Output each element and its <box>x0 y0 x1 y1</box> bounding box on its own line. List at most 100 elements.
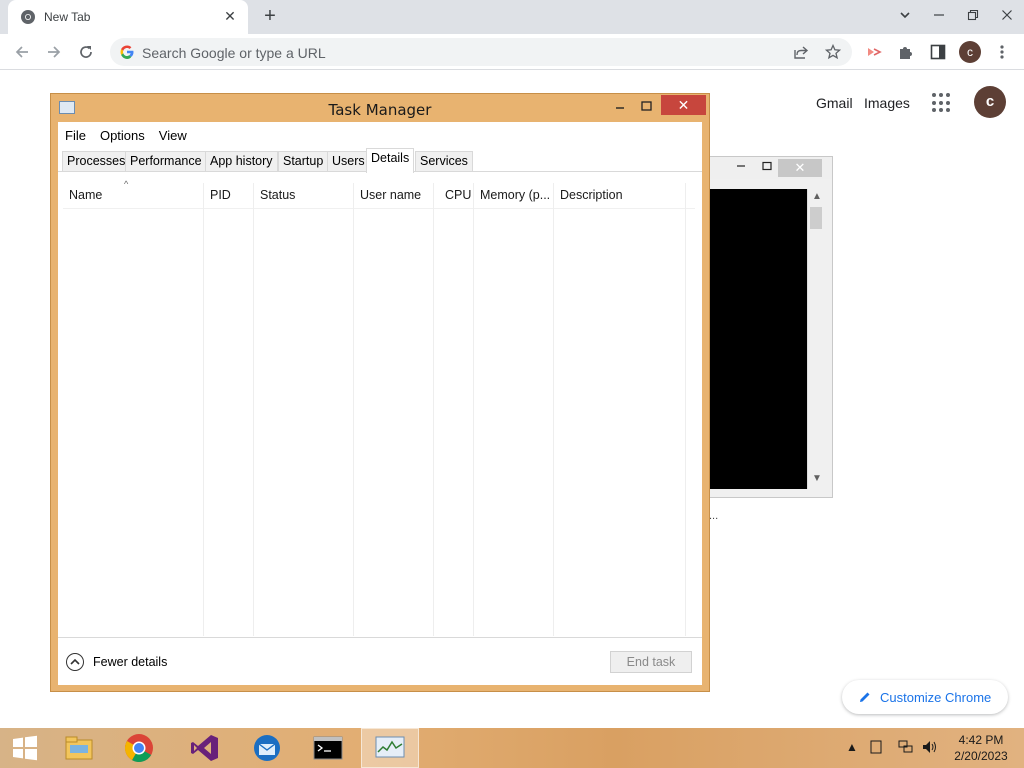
column-divider <box>553 183 554 636</box>
chevron-up-icon <box>66 653 84 671</box>
chrome-taskbar-button[interactable] <box>110 728 168 768</box>
extension-icon[interactable] <box>864 42 884 62</box>
fewer-details-label: Fewer details <box>93 655 168 669</box>
windows-logo-icon <box>13 735 37 761</box>
scroll-up-icon[interactable]: ▲ <box>808 191 826 207</box>
console-window[interactable]: ✕ ▲ ▼ <box>709 156 833 498</box>
maximize-icon[interactable] <box>633 98 659 116</box>
profile-avatar[interactable]: c <box>959 41 981 63</box>
task-manager-taskbar-button[interactable] <box>361 728 419 768</box>
column-divider <box>203 183 204 636</box>
new-tab-button[interactable]: + <box>258 5 282 29</box>
action-center-icon[interactable] <box>870 740 882 757</box>
menu-view[interactable]: View <box>152 124 194 146</box>
gmail-link[interactable]: Gmail <box>816 95 853 111</box>
close-icon[interactable]: ✕ <box>661 95 706 115</box>
end-task-button[interactable]: End task <box>610 651 692 673</box>
tab-users[interactable]: Users <box>327 151 370 172</box>
thunderbird-icon <box>254 735 280 761</box>
tab-new-tab[interactable]: New Tab ✕ <box>8 0 248 34</box>
fewer-details-button[interactable]: Fewer details <box>66 653 167 671</box>
task-manager-titlebar[interactable]: Task Manager ✕ <box>51 94 709 122</box>
pencil-icon <box>860 692 870 702</box>
taskbar: ▲ 4:42 PM 2/20/2023 <box>0 728 1024 768</box>
side-panel-icon[interactable] <box>928 42 948 62</box>
tab-close-icon[interactable]: ✕ <box>220 6 240 26</box>
more-menu-icon[interactable] <box>992 42 1012 62</box>
clock-time: 4:42 PM <box>958 733 1004 747</box>
tab-processes[interactable]: Processes <box>62 151 131 172</box>
task-manager-window[interactable]: Task Manager ✕ File Options View Process… <box>50 93 710 692</box>
close-window-icon[interactable] <box>990 0 1024 30</box>
google-icon <box>120 45 134 59</box>
forward-icon[interactable] <box>42 40 66 64</box>
column-divider <box>353 183 354 636</box>
menu-options[interactable]: Options <box>93 124 152 146</box>
file-explorer-taskbar-button[interactable] <box>50 728 108 768</box>
tab-details[interactable]: Details <box>366 148 415 173</box>
browser-toolbar: Search Google or type a URL c <box>0 34 1024 70</box>
thunderbird-taskbar-button[interactable] <box>238 728 296 768</box>
scroll-thumb[interactable] <box>810 207 822 229</box>
console-close-icon[interactable]: ✕ <box>778 159 822 177</box>
menu-file[interactable]: File <box>58 124 93 146</box>
column-divider <box>433 183 434 636</box>
omnibox[interactable]: Search Google or type a URL <box>110 38 852 66</box>
google-account-avatar[interactable]: c <box>974 86 1006 118</box>
share-icon[interactable] <box>792 43 810 61</box>
customize-chrome-label: Customize Chrome <box>880 689 992 705</box>
restore-icon[interactable] <box>956 0 990 30</box>
tab-app-history[interactable]: App history <box>205 151 278 172</box>
volume-icon[interactable] <box>922 740 938 757</box>
console-minimize-icon[interactable] <box>730 159 752 175</box>
column-status[interactable]: Status <box>254 183 354 209</box>
menu-bar: File Options View <box>58 124 194 146</box>
column-name[interactable]: Name <box>63 183 203 209</box>
clock-date: 2/20/2023 <box>954 749 1008 763</box>
tab-startup[interactable]: Startup <box>278 151 329 172</box>
minimize-icon[interactable] <box>922 0 956 30</box>
google-apps-icon[interactable] <box>932 93 952 113</box>
show-hidden-icons[interactable]: ▲ <box>846 740 858 754</box>
images-link[interactable]: Images <box>864 95 910 111</box>
tab-performance[interactable]: Performance <box>125 151 207 172</box>
column-pid[interactable]: PID <box>204 183 254 209</box>
column-divider <box>473 183 474 636</box>
terminal-icon <box>313 736 343 760</box>
reload-icon[interactable] <box>74 40 98 64</box>
window-controls <box>888 0 1024 34</box>
column-description[interactable]: Description <box>554 183 684 209</box>
console-caption: ... <box>709 510 719 522</box>
taskbar-clock[interactable]: 4:42 PM 2/20/2023 <box>945 732 1017 764</box>
scroll-down-icon[interactable]: ▼ <box>808 473 826 489</box>
task-manager-footer: Fewer details End task <box>58 637 702 685</box>
tab-strip: New Tab ✕ + <box>0 0 1024 34</box>
start-button[interactable] <box>0 728 50 768</box>
visual-studio-icon <box>191 735 218 761</box>
column-divider <box>253 183 254 636</box>
omnibox-placeholder: Search Google or type a URL <box>142 45 326 61</box>
column-divider <box>685 183 686 636</box>
details-column-header: Name PID Status User name CPU Memory (p.… <box>63 183 695 209</box>
console-maximize-icon[interactable] <box>756 159 778 175</box>
puzzle-icon[interactable] <box>896 42 916 62</box>
task-manager-icon <box>375 736 405 758</box>
folder-icon <box>65 736 93 760</box>
customize-chrome-button[interactable]: Customize Chrome <box>842 680 1008 714</box>
network-icon[interactable] <box>898 740 914 757</box>
tab-services[interactable]: Services <box>415 151 473 172</box>
visual-studio-taskbar-button[interactable] <box>176 728 234 768</box>
minimize-icon[interactable] <box>607 98 633 116</box>
column-user-name[interactable]: User name <box>354 183 434 209</box>
bookmark-star-icon[interactable] <box>824 43 842 61</box>
console-titlebar[interactable]: ✕ <box>710 157 832 179</box>
tab-search-icon[interactable] <box>888 0 922 30</box>
back-icon[interactable] <box>10 40 34 64</box>
command-prompt-taskbar-button[interactable] <box>299 728 357 768</box>
task-manager-body: File Options View Processes Performance … <box>58 122 702 685</box>
task-manager-tabs: Processes Performance App history Startu… <box>58 148 702 173</box>
console-output[interactable] <box>710 189 807 489</box>
column-memory[interactable]: Memory (p... <box>474 183 554 209</box>
console-scrollbar[interactable]: ▲ ▼ <box>807 189 825 489</box>
chrome-icon <box>125 734 153 762</box>
